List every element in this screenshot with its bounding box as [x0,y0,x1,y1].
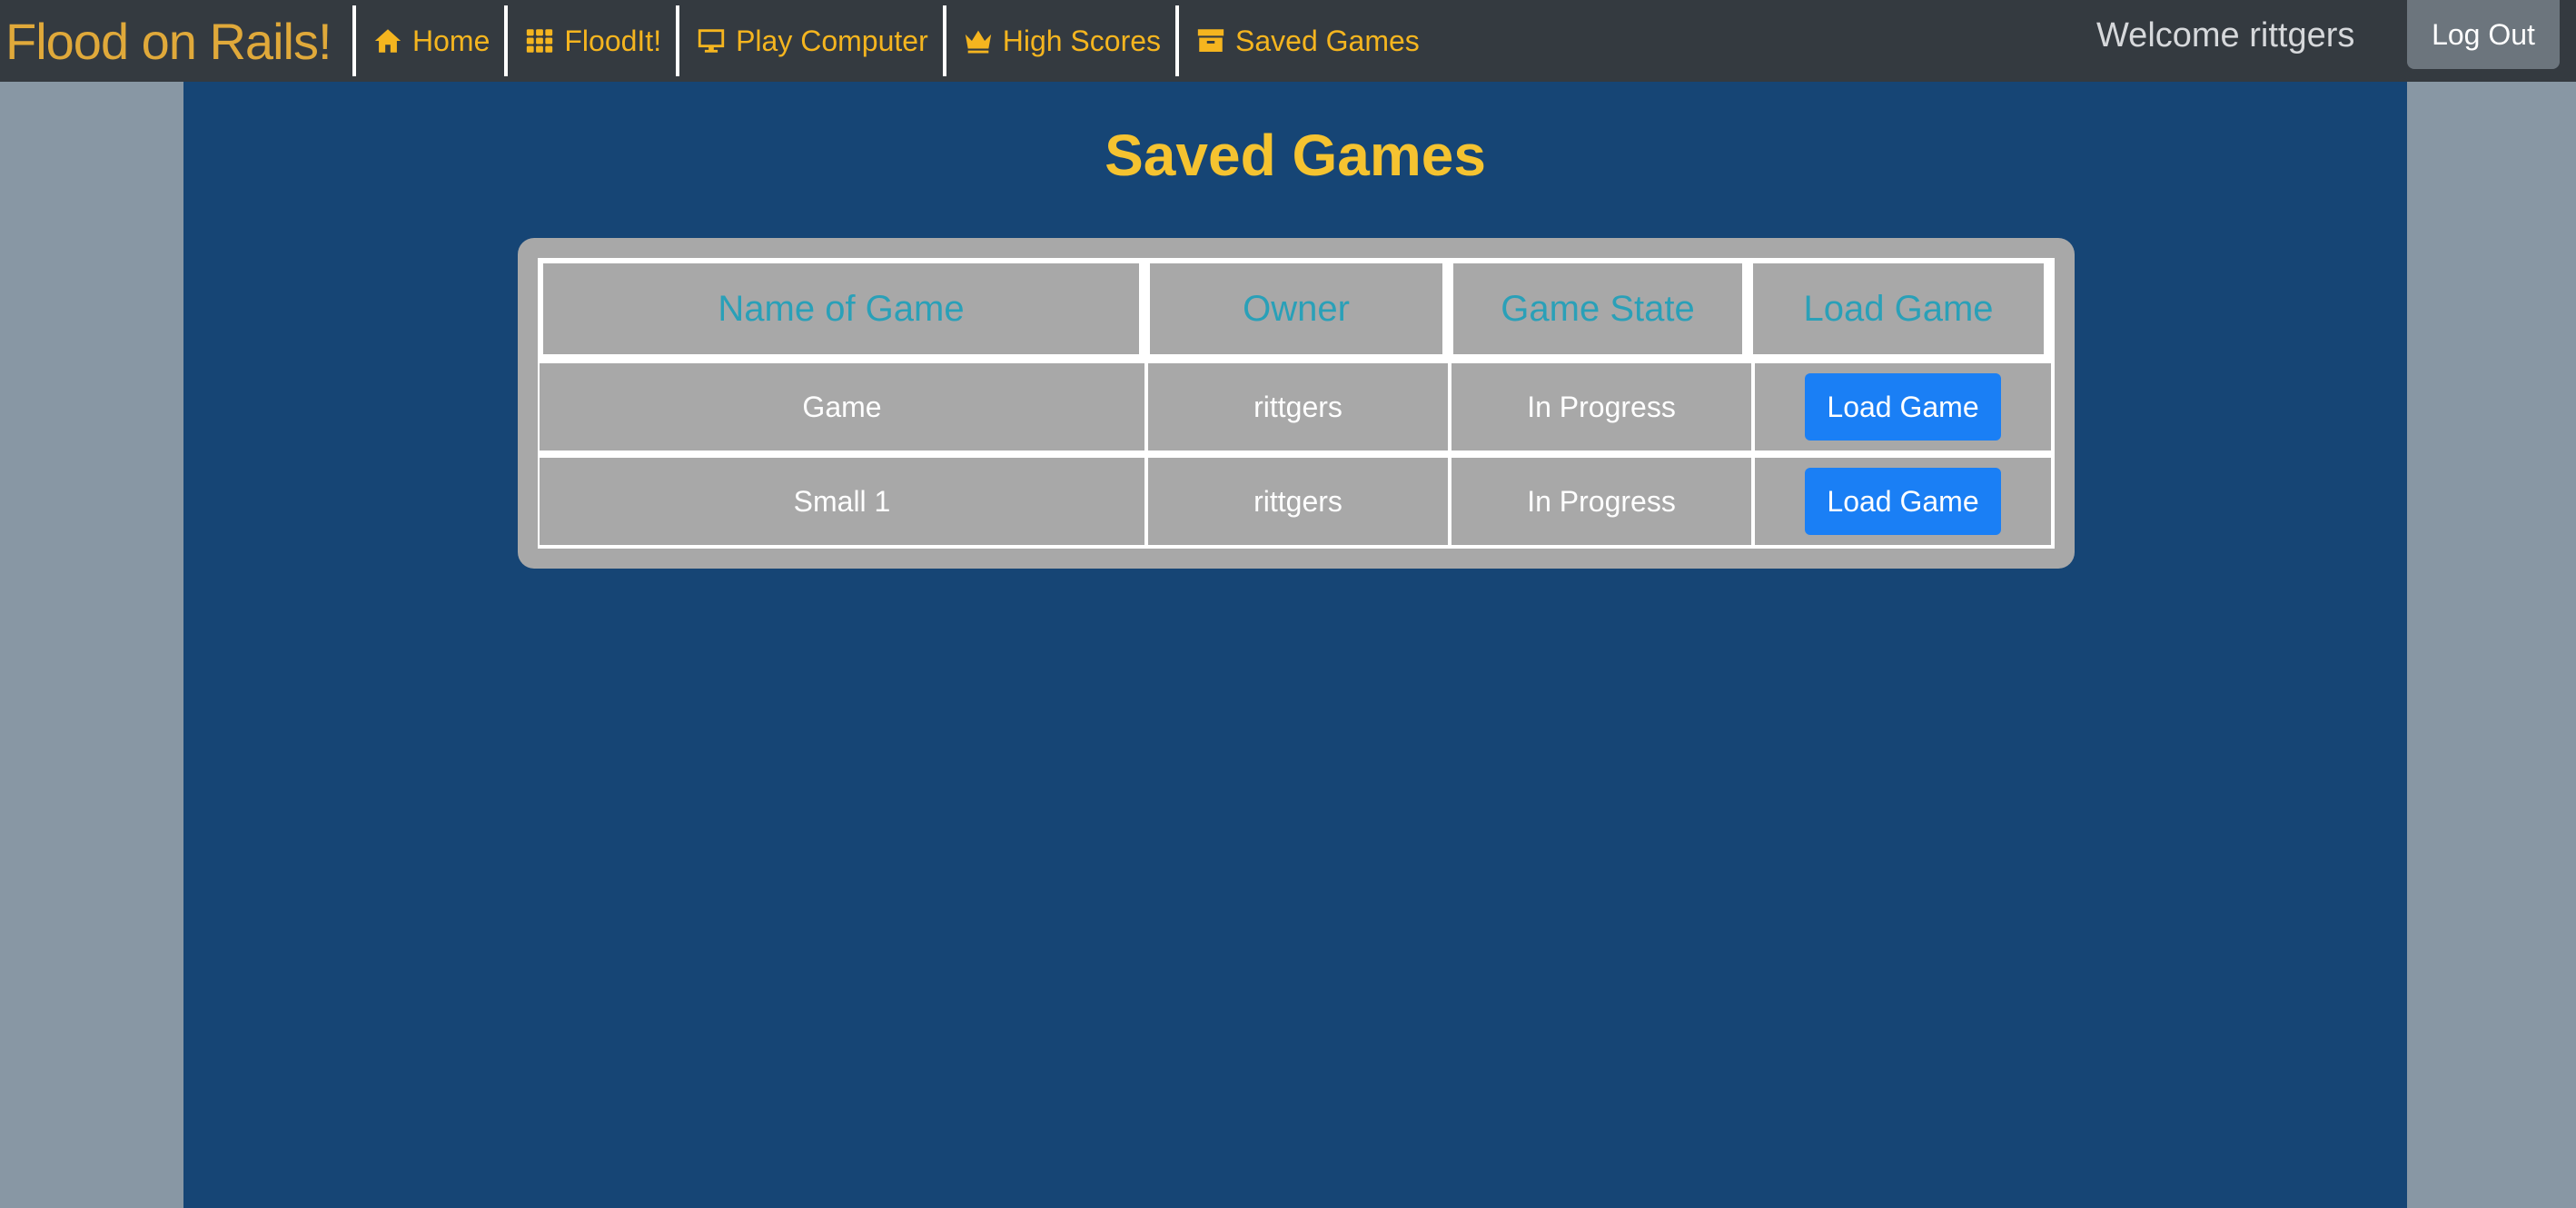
saved-games-card: Name of Game Owner Game State Load Game … [518,238,2075,569]
row-1-name: Game [540,363,1144,451]
nav-high-scores[interactable]: High Scores [942,5,1175,76]
archive-icon [1197,29,1224,53]
load-game-button[interactable]: Load Game [1805,468,2001,535]
main-content: Saved Games Name of Game Owner Game Stat… [183,82,2407,1208]
header-game-state: Game State [1453,263,1742,354]
nav-floodit[interactable]: FloodIt! [504,5,676,76]
crown-icon [965,30,991,54]
nav-play-computer[interactable]: Play Computer [676,5,943,76]
grid-icon [527,29,553,53]
nav-high-scores-label: High Scores [1002,25,1162,57]
desktop-icon [698,29,725,53]
row-2-name: Small 1 [540,458,1144,545]
row-2-state: In Progress [1451,458,1751,545]
nav-play-computer-label: Play Computer [736,25,928,57]
nav-saved-games-label: Saved Games [1235,25,1420,57]
row-2-owner: rittgers [1148,458,1448,545]
load-game-button[interactable]: Load Game [1805,373,2001,441]
row-1-owner: rittgers [1148,363,1448,451]
nav-saved-games[interactable]: Saved Games [1175,5,1434,76]
navbar: Flood on Rails! Home FloodIt! Play Compu… [0,0,2576,82]
logout-button[interactable]: Log Out [2407,0,2560,69]
nav-home[interactable]: Home [352,5,504,76]
header-load-game: Load Game [1753,263,2044,354]
row-2-action: Load Game [1755,458,2051,545]
saved-games-table: Name of Game Owner Game State Load Game … [538,258,2055,549]
home-icon [374,29,401,53]
header-owner: Owner [1150,263,1442,354]
nav-home-label: Home [412,25,490,57]
row-1-action: Load Game [1755,363,2051,451]
brand-logo[interactable]: Flood on Rails! [0,12,352,71]
nav-floodit-label: FloodIt! [564,25,662,57]
row-1-state: In Progress [1451,363,1751,451]
welcome-text: Welcome rittgers [2096,16,2355,54]
header-name: Name of Game [543,263,1139,354]
page-title: Saved Games [1105,123,1486,188]
